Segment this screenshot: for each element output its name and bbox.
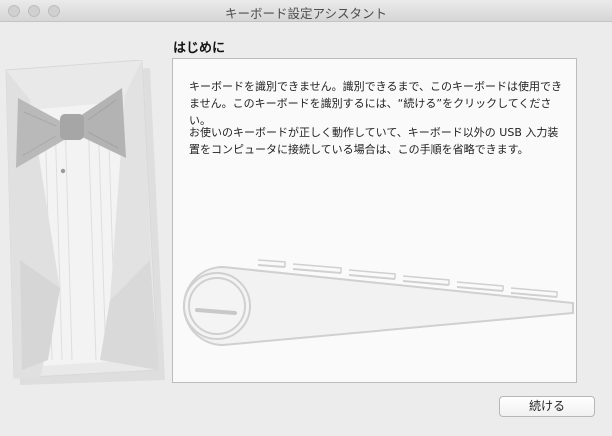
keyboard-outline-icon bbox=[183, 259, 574, 347]
instruction-paragraph-1: キーボードを識別できません。識別できるまで、このキーボードは使用できません。この… bbox=[189, 80, 563, 127]
tuxedo-bowtie-illustration-icon bbox=[5, 60, 165, 385]
instruction-panel: キーボードを識別できません。識別できるまで、このキーボードは使用できません。この… bbox=[172, 58, 577, 383]
instruction-paragraph-2: お使いのキーボードが正しく動作していて、キーボード以外の USB 入力装置をコン… bbox=[189, 126, 559, 156]
title-bar[interactable]: キーボード設定アシスタント bbox=[0, 0, 612, 22]
page-heading: はじめに bbox=[173, 41, 226, 56]
window-title: キーボード設定アシスタント bbox=[224, 6, 387, 21]
continue-button[interactable]: 続ける bbox=[499, 396, 595, 417]
keyboard-setup-assistant-window: キーボード設定アシスタント はじめに キーボードを識別できません。識別できるまで… bbox=[0, 0, 612, 436]
